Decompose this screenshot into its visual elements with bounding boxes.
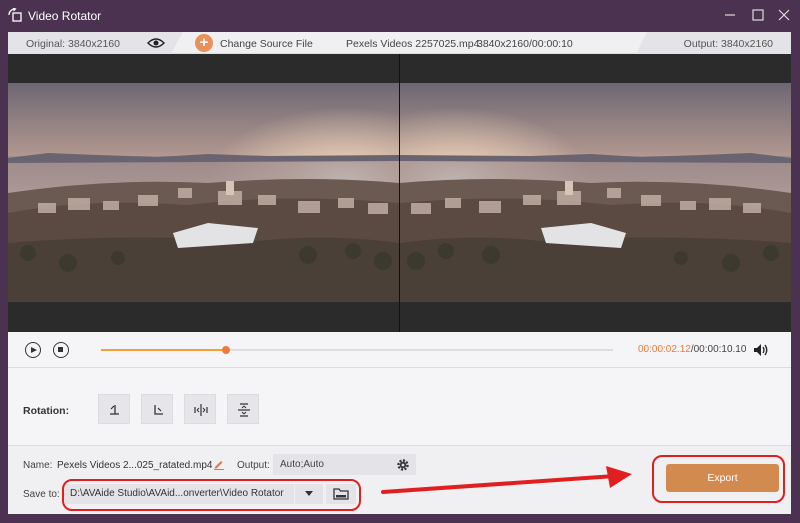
time-display: 00:00:02.12/00:00:10.10 [638, 344, 746, 355]
change-source-button[interactable]: + Change Source File [195, 34, 315, 52]
sunset-scene-image [8, 83, 399, 302]
source-file-name: Pexels Videos 2257025.mp4 [346, 38, 480, 50]
output-video-frame [400, 83, 791, 302]
current-time: 00:00:02.12 [638, 344, 691, 355]
playback-controls: 00:00:02.12/00:00:10.10 [8, 332, 791, 368]
output-resolution: Output: 3840x2160 [683, 38, 773, 50]
flip-horizontal-icon [194, 404, 208, 416]
stop-icon [58, 347, 63, 352]
edit-pencil-icon[interactable] [213, 458, 225, 470]
original-video-frame [8, 83, 399, 302]
volume-icon[interactable] [753, 343, 769, 357]
save-to-label: Save to: [23, 489, 60, 500]
total-time: /00:00:10.10 [690, 344, 747, 355]
eye-icon[interactable] [147, 37, 165, 49]
main-panel: Original: 3840x2160 + Change Source File… [8, 32, 791, 514]
progress-fill [101, 349, 227, 351]
annotation-arrow-icon [381, 466, 632, 494]
source-file-info: 3840x2160/00:00:10 [477, 38, 573, 50]
rotation-panel: Rotation: [8, 368, 791, 446]
minimize-icon [725, 14, 735, 16]
video-preview [8, 54, 791, 332]
play-button[interactable] [25, 342, 41, 358]
rotate-left-icon [110, 405, 119, 415]
flipped-sunset-scene-image [400, 83, 791, 302]
rotate-right-icon [154, 405, 163, 415]
info-bar: Original: 3840x2160 + Change Source File… [8, 32, 791, 54]
change-source-label: Change Source File [220, 38, 313, 50]
stop-button[interactable] [53, 342, 69, 358]
output-file-name: Pexels Videos 2...025_ratated.mp4 [57, 460, 213, 471]
rotation-label: Rotation: [23, 405, 70, 417]
output-format-label: Output: [237, 460, 270, 471]
play-icon [31, 346, 37, 353]
maximize-button[interactable] [748, 6, 768, 24]
window-title: Video Rotator [28, 9, 102, 23]
close-button[interactable] [774, 6, 794, 24]
flip-vertical-button[interactable] [227, 394, 259, 424]
rotate-right-button[interactable] [141, 394, 173, 424]
export-highlight [652, 455, 785, 503]
name-label: Name: [23, 460, 53, 471]
rotate-app-icon [8, 8, 22, 22]
plus-icon: + [195, 34, 213, 52]
flip-horizontal-button[interactable] [184, 394, 216, 424]
output-format-value: Auto;Auto [280, 459, 324, 470]
flip-vertical-icon [238, 403, 250, 417]
maximize-icon [752, 9, 764, 21]
close-icon [778, 9, 790, 21]
minimize-button[interactable] [720, 6, 740, 24]
progress-slider[interactable] [101, 346, 613, 354]
save-path-highlight [62, 479, 361, 511]
original-resolution: Original: 3840x2160 [26, 38, 120, 50]
rotate-left-button[interactable] [98, 394, 130, 424]
progress-handle[interactable] [222, 346, 231, 354]
title-bar: Video Rotator [0, 0, 800, 30]
